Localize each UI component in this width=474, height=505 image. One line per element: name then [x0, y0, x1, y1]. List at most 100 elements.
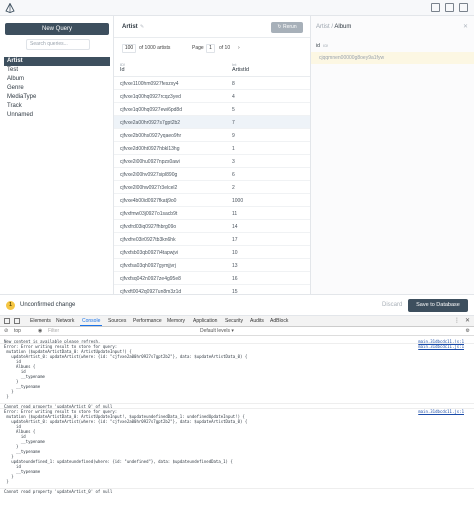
layout-center-icon[interactable]	[445, 3, 454, 12]
next-page-icon[interactable]: ›	[238, 45, 240, 51]
table-row[interactable]: cjfvxfsb03qb0927i4tapwjvi 10	[114, 246, 310, 259]
layout-right-icon[interactable]	[459, 3, 468, 12]
console-source-link[interactable]: main.31dbcdc11.js:1	[418, 344, 464, 349]
cell-id[interactable]: cjfvxe2a00hr0927s7gpt2b2	[120, 120, 180, 126]
sidebar-item-artist[interactable]: Artist	[4, 57, 110, 66]
cell-id[interactable]: cjfvxe1100hm0927feszxy4	[120, 81, 179, 87]
discard-button[interactable]: Discard	[382, 302, 402, 308]
sidebar-item-album[interactable]: Album	[4, 75, 110, 84]
cell-artistid[interactable]: 2	[232, 185, 235, 191]
table-body: cjfvxe1100hm0927feszxy4 8 cjfvxe1q00hq0927…	[114, 77, 310, 294]
devtools-tab-elements[interactable]: Elements	[30, 318, 51, 324]
cell-id[interactable]: cjfvxfmw03j0927o1sacb9t	[120, 211, 177, 217]
close-icon[interactable]: ✕	[463, 23, 468, 30]
table-row[interactable]: cjfvxft0042q0927un8m3z1d 15	[114, 285, 310, 294]
table-row[interactable]: cjfvxe2d00ht0927hbkl13hg 1	[114, 142, 310, 155]
table-row[interactable]: cjfvxe1q00hq0927ewi6pd8d 5	[114, 103, 310, 116]
cell-artistid[interactable]: 4	[232, 94, 235, 100]
devtools-tab-application[interactable]: Application	[193, 318, 217, 324]
sidebar-item-track[interactable]: Track	[4, 102, 110, 111]
cell-artistid[interactable]: 6	[232, 172, 235, 178]
rerun-button[interactable]: ↻ Rerun	[271, 22, 303, 33]
cell-artistid[interactable]: 5	[232, 107, 235, 113]
search-queries-input[interactable]: Search queries...	[26, 39, 90, 50]
devtools-tab-console[interactable]: Console	[79, 318, 103, 326]
sidebar-item-test[interactable]: Test	[4, 66, 110, 75]
log-levels-select[interactable]: Default levels ▾	[200, 328, 234, 334]
cell-artistid[interactable]: 8	[232, 81, 235, 87]
devtools-tab-memory[interactable]: Memory	[167, 318, 185, 324]
layout-left-icon[interactable]	[431, 3, 440, 12]
cell-artistid[interactable]: 17	[232, 237, 238, 243]
table-row[interactable]: cjfvxe4b00id0927fkatj9o0 1000	[114, 194, 310, 207]
per-page-select[interactable]: 100	[122, 44, 136, 53]
table-row[interactable]: cjfvxe2a00hr0927s7gpt2b2 7	[114, 116, 310, 129]
table-row[interactable]: cjfvxe1100hm0927feszxy4 8	[114, 77, 310, 90]
table-row[interactable]: cjfvxfmw03j0927o1sacb9t 11	[114, 207, 310, 220]
main-header: Artist ✎ ↻ Rerun	[114, 16, 310, 38]
close-devtools-icon[interactable]: ✕	[465, 317, 470, 324]
filter-input[interactable]: Filter	[48, 328, 59, 334]
page-input[interactable]: 1	[206, 44, 215, 53]
cell-artistid[interactable]: 11	[232, 211, 237, 217]
table-row[interactable]: cjfvxfsq042n0927ze4g95e8 16	[114, 272, 310, 285]
cell-id[interactable]: cjfvxe1q00hq0927ewi6pd8d	[120, 107, 182, 113]
cell-id[interactable]: cjfvxe2l00hw0927r3elcel2	[120, 185, 177, 191]
title-edit-icon[interactable]: ✎	[140, 24, 144, 30]
field-type: ID!	[323, 43, 329, 48]
table-row[interactable]: cjfvxe1q00hq0927rcqz3yed 4	[114, 90, 310, 103]
column-header-id[interactable]: ID! Id	[120, 62, 125, 73]
device-toolbar-icon[interactable]	[14, 318, 20, 324]
more-options-icon[interactable]: ⋮	[454, 317, 460, 324]
devtools-tab-security[interactable]: Security	[225, 318, 243, 324]
cell-id[interactable]: cjfvxfsq042n0927ze4g95e8	[120, 276, 181, 282]
cell-id[interactable]: cjfvxfrd03iq0927fhbrg09o	[120, 224, 176, 230]
table-row[interactable]: cjfvxe2i00hv0927sipl890g 6	[114, 168, 310, 181]
table-row[interactable]: cjfvxe2b00hs0927yqaeo9hr 9	[114, 129, 310, 142]
id-input[interactable]: cjqqmnen00000g8oey9a1fyw	[311, 52, 474, 64]
table-row[interactable]: cjfvxfsa03qh0927gymjjvrj 13	[114, 259, 310, 272]
devtools-tab-audits[interactable]: Audits	[250, 318, 264, 324]
cell-id[interactable]: cjfvxfsa03qh0927gymjjvrj	[120, 263, 176, 269]
console-source-link[interactable]: main.31dbcdc11.js:1	[418, 409, 464, 414]
table-row[interactable]: cjfvxfrd03iq0927fhbrg09o 14	[114, 220, 310, 233]
console-settings-icon[interactable]: ⚙	[466, 328, 470, 334]
cell-artistid[interactable]: 1	[232, 146, 235, 152]
breadcrumb-model[interactable]: Artist	[316, 24, 330, 30]
devtools-tab-network[interactable]: Network	[56, 318, 74, 324]
cell-id[interactable]: cjfvxe2i00hu0927npzs0awi	[120, 159, 180, 165]
devtools-tab-sources[interactable]: Sources	[108, 318, 126, 324]
table-row[interactable]: cjfvxe2i00hu0927npzs0awi 3	[114, 155, 310, 168]
cell-artistid[interactable]: 1000	[232, 198, 243, 204]
cell-artistid[interactable]: 9	[232, 133, 235, 139]
cell-id[interactable]: cjfvxfre03ir0927tb3kn6hk	[120, 237, 176, 243]
field-name: id	[316, 43, 320, 49]
cell-id[interactable]: cjfvxfsb03qb0927i4tapwjvi	[120, 250, 178, 256]
sidebar-item-genre[interactable]: Genre	[4, 84, 110, 93]
column-header-artistid[interactable]: Int ArtistId	[232, 62, 249, 73]
cell-id[interactable]: cjfvxe2i00hv0927sipl890g	[120, 172, 177, 178]
table-row[interactable]: cjfvxe2l00hw0927r3elcel2 2	[114, 181, 310, 194]
new-query-button[interactable]: New Query	[5, 23, 109, 35]
cell-artistid[interactable]: 14	[232, 224, 238, 230]
save-to-database-button[interactable]: Save to Database	[408, 299, 468, 312]
devtools-tab-performance[interactable]: Performance	[133, 318, 162, 324]
cell-artistid[interactable]: 16	[232, 276, 238, 282]
clear-console-icon[interactable]: ⊘	[4, 328, 8, 334]
top-bar	[0, 0, 474, 16]
eye-icon[interactable]: ◉	[38, 328, 42, 334]
context-select[interactable]: top	[14, 328, 21, 334]
sidebar-item-unnamed[interactable]: Unnamed	[4, 111, 110, 120]
cell-id[interactable]: cjfvxe4b00id0927fkatj9o0	[120, 198, 176, 204]
cell-artistid[interactable]: 3	[232, 159, 235, 165]
sidebar-item-mediatype[interactable]: MediaType	[4, 93, 110, 102]
cell-id[interactable]: cjfvxe1q00hq0927rcqz3yed	[120, 94, 181, 100]
cell-id[interactable]: cjfvxe2b00hs0927yqaeo9hr	[120, 133, 181, 139]
cell-id[interactable]: cjfvxe2d00ht0927hbkl13hg	[120, 146, 180, 152]
table-row[interactable]: cjfvxfre03ir0927tb3kn6hk 17	[114, 233, 310, 246]
inspect-icon[interactable]	[4, 318, 10, 324]
devtools-tab-adblock[interactable]: AdBlock	[270, 318, 288, 324]
cell-artistid[interactable]: 10	[232, 250, 238, 256]
cell-artistid[interactable]: 13	[232, 263, 238, 269]
cell-artistid[interactable]: 7	[232, 120, 235, 126]
